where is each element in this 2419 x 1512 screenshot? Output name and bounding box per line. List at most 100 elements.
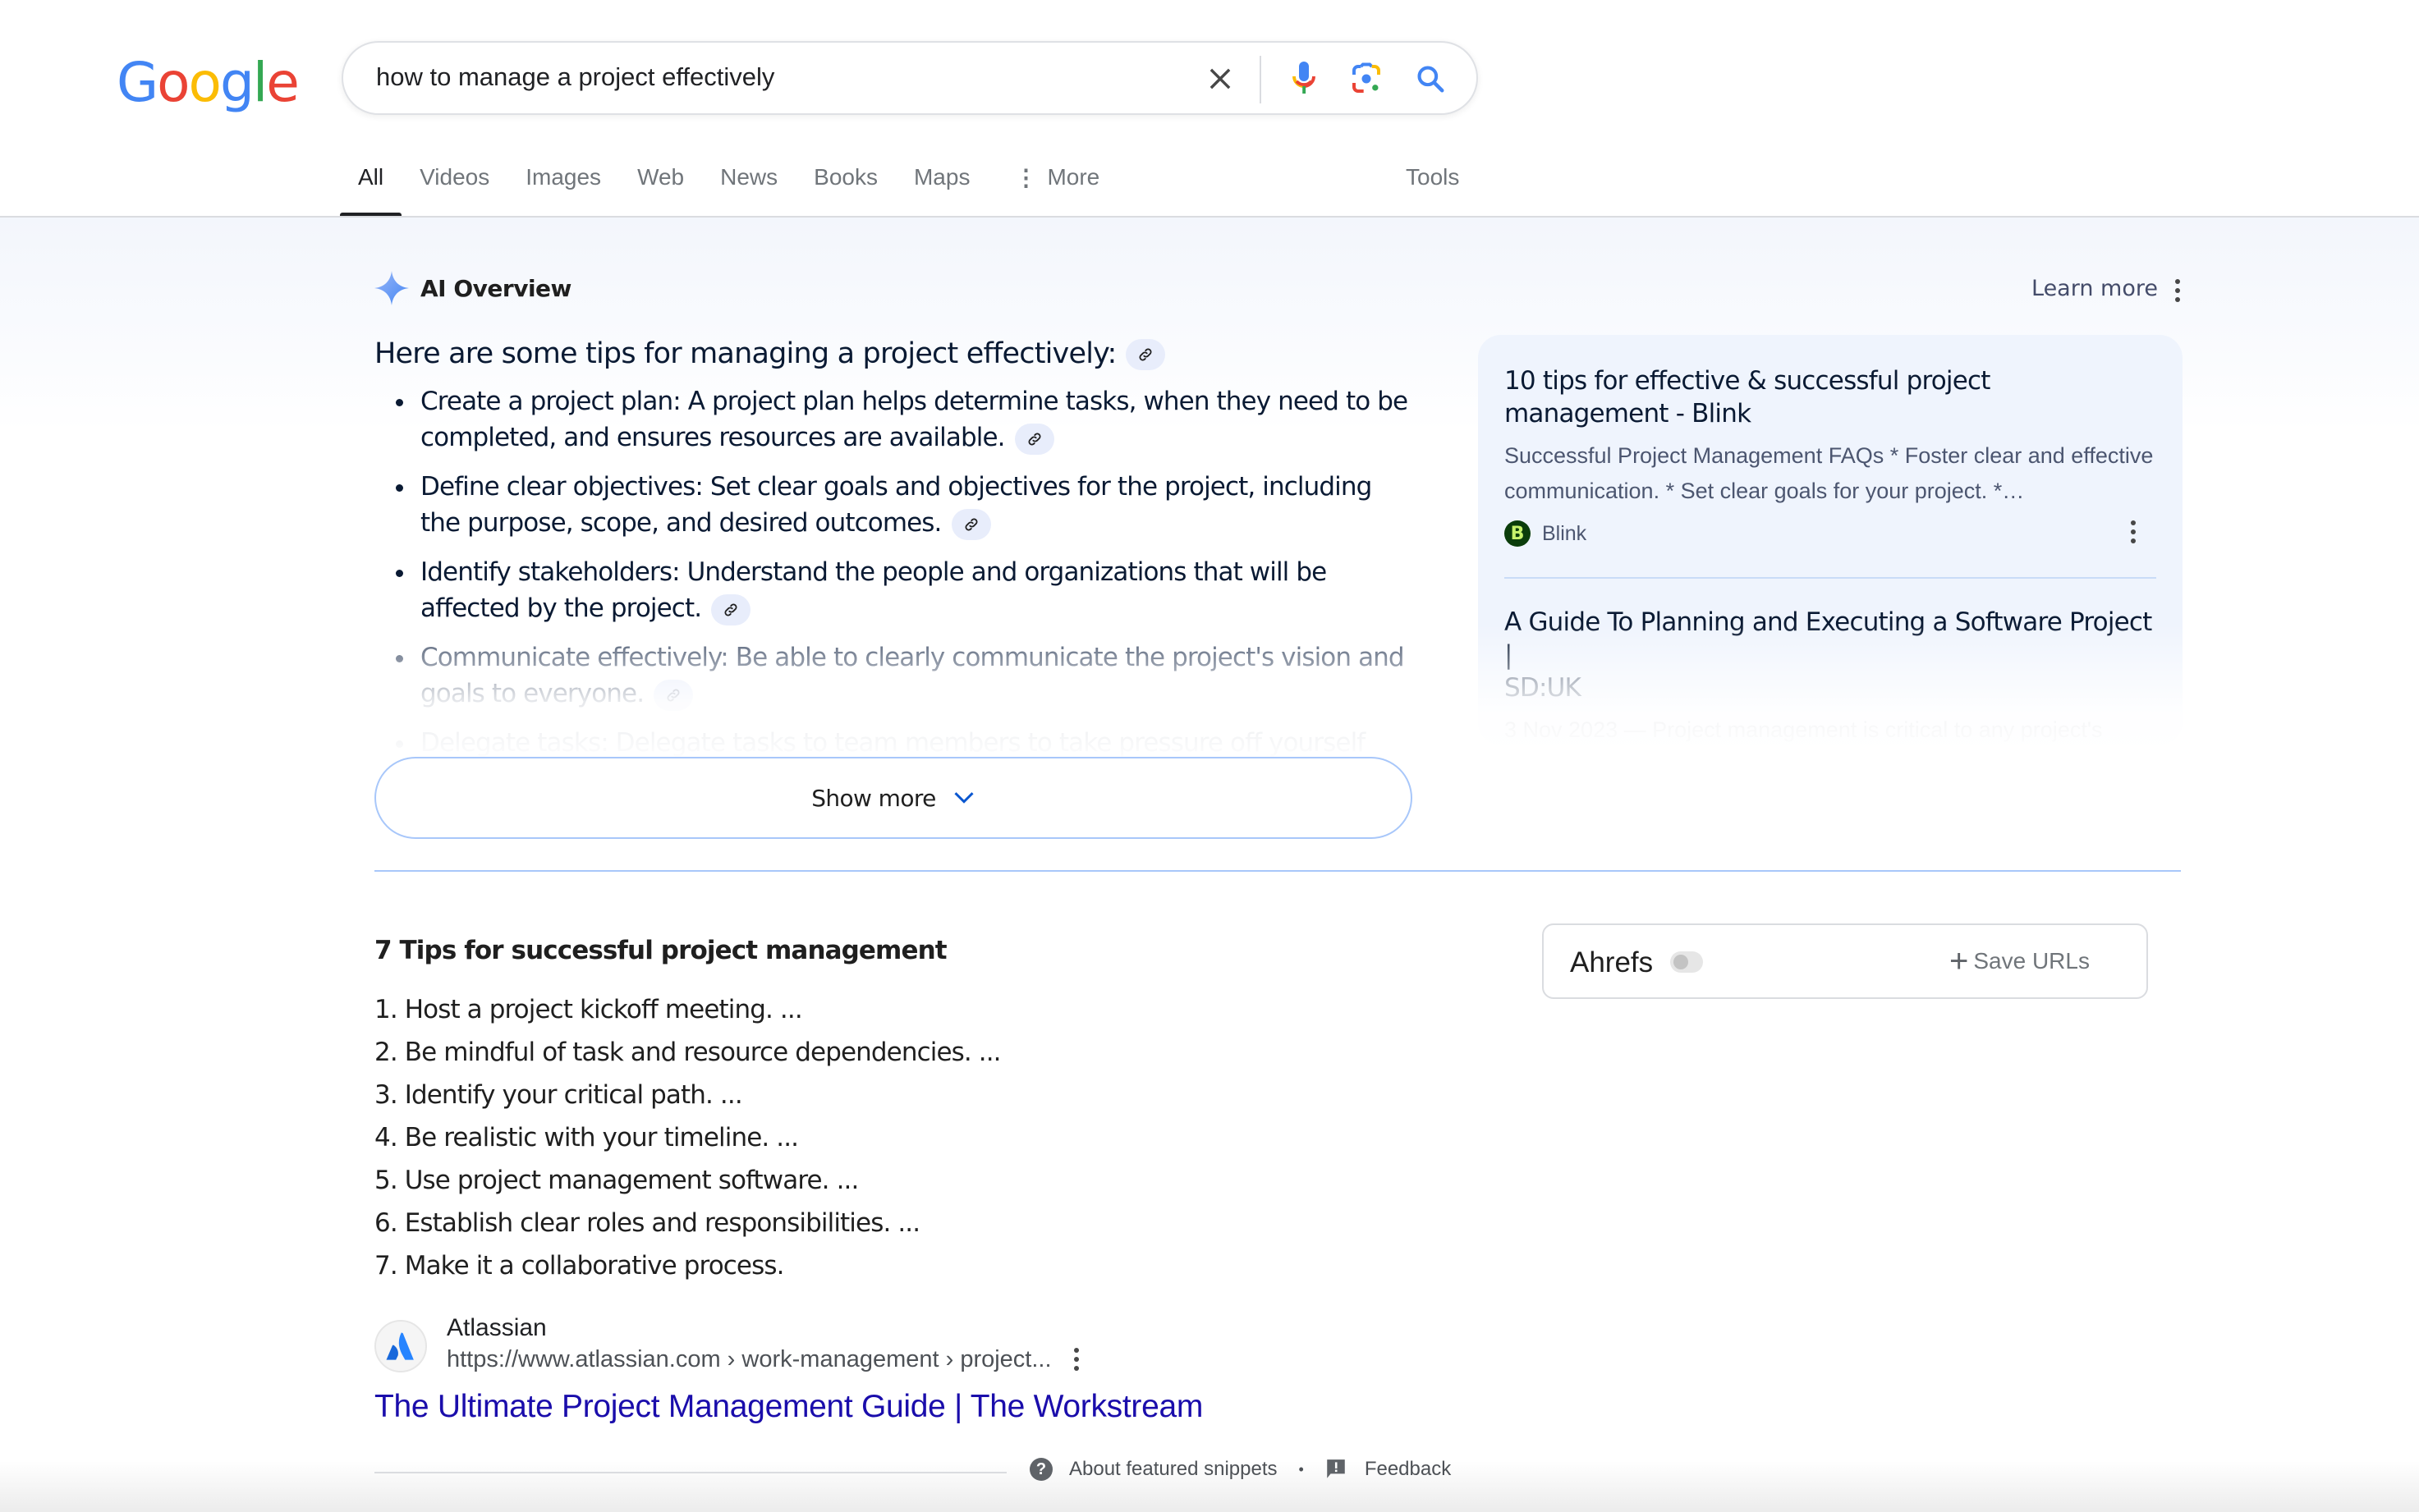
- save-urls-button[interactable]: + Save URLs: [1949, 943, 2090, 979]
- tab-label: Images: [526, 164, 602, 190]
- tab-label: Web: [637, 164, 685, 190]
- result-menu-icon[interactable]: [1068, 1345, 1085, 1374]
- tab-label: Maps: [913, 164, 971, 190]
- logo-letter: G: [117, 51, 158, 114]
- snippet-item: 7. Make it a collaborative process.: [374, 1251, 784, 1281]
- tab-web[interactable]: Web: [637, 164, 684, 217]
- tab-label: Books: [814, 164, 878, 190]
- ai-tip: Identify stakeholders: Understand the pe…: [374, 554, 1417, 626]
- tab-news[interactable]: News: [720, 164, 778, 217]
- ai-overview-title: AI Overview: [420, 274, 571, 302]
- logo-letter: o: [188, 51, 222, 114]
- feedback-icon: [1327, 1459, 1345, 1478]
- snippet-source-text: Atlassian https://www.atlassian.com › wo…: [447, 1313, 1085, 1376]
- logo-letter: o: [157, 51, 190, 114]
- ai-tip: Communicate effectively: Be able to clea…: [374, 639, 1417, 712]
- source-menu-icon[interactable]: [2125, 517, 2141, 547]
- save-urls-label: Save URLs: [1973, 948, 2090, 974]
- tab-all[interactable]: All: [339, 164, 402, 218]
- ai-intro-text: Here are some tips for managing a projec…: [374, 337, 1117, 370]
- source-title: A Guide To Planning and Executing a Soft…: [1504, 606, 2161, 704]
- learn-more-link[interactable]: Learn more: [2031, 276, 2158, 301]
- snippet-item: 5. Use project management software. ...: [374, 1166, 859, 1195]
- ai-tip-text: Delegate tasks: Delegate tasks to team m…: [420, 728, 1366, 758]
- source-site-name: Blink: [1542, 521, 1587, 545]
- snippet-url-text: https://www.atlassian.com › work-managem…: [447, 1346, 1052, 1372]
- citation-link-icon[interactable]: [711, 593, 751, 625]
- ai-overview-divider: [374, 870, 2181, 872]
- vertical-dots-icon: ⋮: [1014, 165, 1038, 190]
- snippet-item: 4. Be realistic with your timeline. ...: [374, 1123, 799, 1152]
- search-input[interactable]: how to manage a project effectively: [376, 62, 774, 92]
- tab-more[interactable]: ⋮ More: [1014, 164, 1099, 217]
- ahrefs-widget: Ahrefs + Save URLs: [1542, 923, 2148, 999]
- search-tabs: All Videos Images Web News Books Maps ⋮ …: [339, 164, 1136, 218]
- ahrefs-toggle[interactable]: [1670, 951, 1703, 973]
- tab-label: Videos: [420, 164, 490, 190]
- ai-tip: Define clear objectives: Set clear goals…: [374, 469, 1417, 541]
- citation-link-icon[interactable]: [951, 508, 991, 540]
- source-title-site: SD:UK: [1504, 673, 1581, 703]
- atlassian-logo-icon: [374, 1320, 427, 1372]
- tab-maps[interactable]: Maps: [914, 164, 970, 217]
- featured-snippet-heading: 7 Tips for successful project management: [374, 936, 948, 965]
- snippet-item: 6. Establish clear roles and responsibil…: [374, 1208, 920, 1238]
- google-logo[interactable]: Google: [117, 51, 300, 114]
- ai-sources-panel: 10 tips for effective & successful proje…: [1478, 335, 2183, 745]
- show-more-label: Show more: [811, 784, 936, 812]
- ai-tip: Delegate tasks: Delegate tasks to team m…: [374, 725, 1417, 759]
- ai-tip-text: Communicate effectively: Be able to clea…: [420, 643, 1405, 708]
- search-icon[interactable]: [1411, 59, 1450, 99]
- citation-link-icon[interactable]: [1014, 423, 1054, 455]
- citation-link-icon[interactable]: [654, 679, 694, 711]
- snippet-source[interactable]: Atlassian https://www.atlassian.com › wo…: [374, 1313, 1085, 1376]
- source-site: B Blink: [1504, 520, 2161, 547]
- chevron-down-icon: [954, 792, 974, 804]
- ai-overview-body: Here are some tips for managing a projec…: [374, 332, 1417, 759]
- microphone-icon[interactable]: [1284, 59, 1324, 99]
- ai-tip: Create a project plan: A project plan he…: [374, 383, 1417, 456]
- snippet-item: 3. Identify your critical path. ...: [374, 1080, 743, 1110]
- featured-snippet-list: 1. Host a project kickoff meeting. ... 2…: [374, 988, 1002, 1287]
- separator: •: [1298, 1460, 1304, 1478]
- snippet-footer: ? About featured snippets • Feedback: [1030, 1458, 1451, 1481]
- tools-button[interactable]: Tools: [1406, 164, 1459, 190]
- feedback-link[interactable]: Feedback: [1365, 1458, 1451, 1481]
- show-more-button[interactable]: Show more: [374, 757, 1412, 839]
- ai-tips-list: Create a project plan: A project plan he…: [374, 383, 1417, 759]
- blink-favicon-icon: B: [1504, 520, 1531, 547]
- source-card[interactable]: A Guide To Planning and Executing a Soft…: [1504, 606, 2161, 745]
- source-card[interactable]: 10 tips for effective & successful proje…: [1504, 364, 2161, 547]
- tab-images[interactable]: Images: [526, 164, 601, 217]
- tab-videos[interactable]: Videos: [420, 164, 489, 217]
- source-title: 10 tips for effective & successful proje…: [1504, 366, 1990, 428]
- snippet-item: 2. Be mindful of task and resource depen…: [374, 1038, 1002, 1067]
- gemini-sparkle-icon: [374, 271, 409, 305]
- ai-overview-header: AI Overview: [374, 271, 571, 305]
- about-featured-snippets-link[interactable]: About featured snippets: [1069, 1458, 1278, 1481]
- result-title-link[interactable]: The Ultimate Project Management Guide | …: [374, 1389, 1203, 1425]
- citation-link-icon[interactable]: [1126, 339, 1166, 370]
- tab-label: More: [1047, 164, 1100, 190]
- ai-overview-menu-icon[interactable]: [2168, 274, 2187, 307]
- ai-overview-intro: Here are some tips for managing a projec…: [374, 332, 1417, 375]
- source-title-text: A Guide To Planning and Executing a Soft…: [1504, 607, 2152, 670]
- source-snippet: 3 Nov 2023 — Project management is criti…: [1504, 717, 2103, 742]
- source-divider: [1504, 577, 2156, 579]
- logo-letter: l: [252, 51, 268, 114]
- snippet-source-url: https://www.atlassian.com › work-managem…: [447, 1343, 1085, 1376]
- snippet-item: 1. Host a project kickoff meeting. ...: [374, 995, 803, 1024]
- google-lens-icon[interactable]: [1347, 59, 1386, 99]
- snippet-source-name: Atlassian: [447, 1314, 547, 1341]
- ai-tip-text: Identify stakeholders: Understand the pe…: [420, 557, 1327, 623]
- tab-books[interactable]: Books: [814, 164, 878, 217]
- snippet-divider: [374, 1472, 1007, 1473]
- plus-icon: +: [1949, 943, 1969, 979]
- tab-label: News: [720, 164, 778, 190]
- tab-label: All: [358, 164, 384, 190]
- search-box[interactable]: how to manage a project effectively: [342, 41, 1478, 115]
- logo-letter: e: [266, 51, 300, 114]
- logo-letter: g: [219, 51, 255, 114]
- help-circle-icon: ?: [1030, 1458, 1053, 1481]
- clear-icon[interactable]: [1200, 59, 1240, 99]
